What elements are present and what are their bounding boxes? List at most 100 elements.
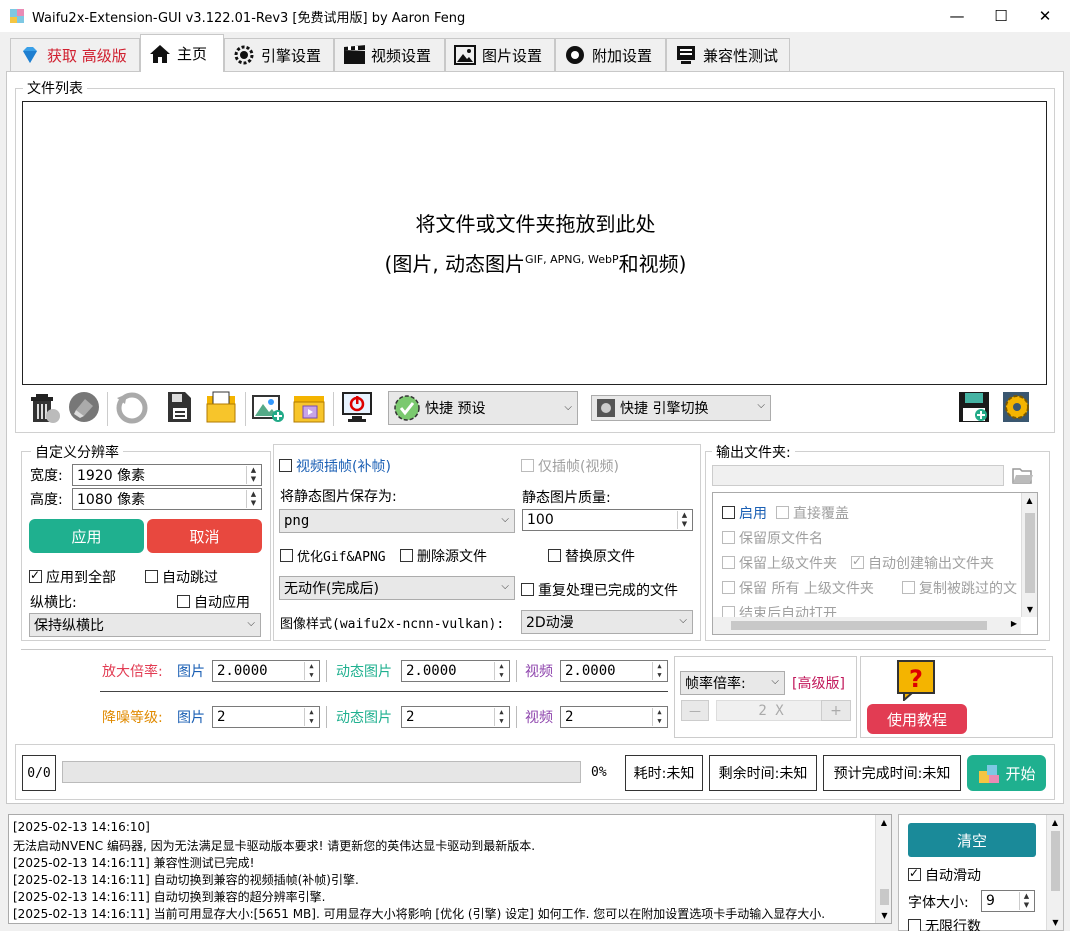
preset-combo[interactable]: 快捷 预设 ⌵	[388, 391, 578, 425]
after-finish-combo[interactable]: 无动作(完成后) ⌵	[279, 576, 515, 600]
save-settings-button[interactable]	[956, 391, 992, 427]
delete-file-button[interactable]	[26, 391, 62, 427]
unlimited-lines-checkbox[interactable]: 无限行数	[908, 916, 981, 931]
checkbox-disabled	[521, 459, 534, 472]
checkbox-checked	[29, 568, 42, 583]
output-options-hscrollbar[interactable]: ▶	[713, 617, 1021, 634]
height-input[interactable]: 1080 像素 ▲ ▼	[72, 488, 262, 510]
tab-video-settings[interactable]: 视频设置	[334, 38, 445, 71]
scale-anim-spinner[interactable]: ▲ ▼	[494, 662, 508, 680]
denoise-video-input[interactable]: 2 ▲ ▼	[560, 706, 668, 728]
keep-filename-checkbox[interactable]: 保留原文件名	[722, 528, 823, 548]
replace-source-checkbox[interactable]: 替换原文件	[548, 546, 635, 566]
scrollbar-thumb[interactable]	[1051, 831, 1060, 891]
denoise-image-input[interactable]: 2 ▲ ▼	[212, 706, 320, 728]
settings-book-button[interactable]	[998, 391, 1034, 427]
test-icon	[675, 44, 697, 66]
keep-parent-folder-checkbox[interactable]: 保留上级文件夹	[722, 553, 837, 573]
font-size-input[interactable]: 9 ▲ ▼	[981, 890, 1035, 912]
file-drop-area[interactable]: 将文件或文件夹拖放到此处 (图片, 动态图片GIF, APNG, WebP和视频…	[22, 101, 1047, 385]
scale-video-input[interactable]: 2.0000 ▲ ▼	[560, 660, 668, 682]
fps-increase-button[interactable]: +	[821, 700, 851, 721]
tab-compatibility-test[interactable]: 兼容性测试	[666, 38, 790, 71]
log-panel-scrollbar[interactable]: ▲ ▼	[1046, 815, 1063, 930]
scrollbar-thumb[interactable]	[1025, 513, 1035, 593]
tab-image-settings[interactable]: 图片设置	[445, 38, 555, 71]
tab-engine-settings[interactable]: 引擎设置	[224, 38, 334, 71]
scale-image-input[interactable]: 2.0000 ▲ ▼	[212, 660, 320, 682]
start-button[interactable]: 开始	[967, 755, 1046, 791]
engine-icon	[233, 44, 255, 66]
load-list-button[interactable]	[203, 391, 239, 427]
denoise-anim-value: 2	[406, 709, 415, 725]
interpolation-only-label: 仅插帧(视频)	[538, 459, 619, 475]
image-format-combo[interactable]: png ⌵	[279, 509, 515, 533]
checkbox	[145, 570, 158, 583]
output-folder-input[interactable]	[712, 465, 1004, 486]
tab-get-premium[interactable]: 获取 高级版	[10, 38, 140, 71]
browse-folder-button[interactable]	[1012, 465, 1036, 487]
fps-decrease-button[interactable]: —	[681, 700, 709, 721]
add-video-button[interactable]	[291, 391, 327, 427]
width-spinner[interactable]: ▲ ▼	[246, 466, 260, 484]
width-value: 1920 像素	[77, 468, 146, 484]
video-interpolation-checkbox[interactable]: 视频插帧(补帧)	[279, 456, 391, 476]
denoise-anim-spinner[interactable]: ▲ ▼	[494, 708, 508, 726]
image-quality-input[interactable]: 100 ▲ ▼	[522, 509, 693, 531]
denoise-anim-input[interactable]: 2 ▲ ▼	[401, 706, 510, 728]
auto-create-folder-checkbox[interactable]: 自动创建输出文件夹	[851, 553, 994, 573]
checkbox-disabled	[776, 506, 789, 519]
apply-to-all-checkbox[interactable]: 应用到全部	[29, 567, 116, 587]
shutdown-after-button[interactable]	[339, 391, 375, 427]
overwrite-checkbox[interactable]: 直接覆盖	[776, 503, 849, 523]
scale-video-spinner[interactable]: ▲ ▼	[652, 662, 666, 680]
image-style-combo[interactable]: 2D动漫 ⌵	[521, 610, 693, 634]
delete-source-checkbox[interactable]: 删除源文件	[400, 546, 487, 566]
hscrollbar-thumb[interactable]	[731, 621, 987, 630]
tab-label: 获取 高级版	[47, 46, 127, 65]
denoise-image-spinner[interactable]: ▲ ▼	[304, 708, 318, 726]
denoise-image-value: 2	[217, 709, 226, 725]
reprocess-finished-checkbox[interactable]: 重复处理已完成的文件	[521, 580, 678, 600]
scale-image-spinner[interactable]: ▲ ▼	[304, 662, 318, 680]
scrollbar-thumb[interactable]	[880, 889, 889, 905]
undo-button[interactable]	[114, 391, 150, 427]
aspect-ratio-combo[interactable]: 保持纵横比 ⌵	[29, 613, 261, 637]
minimize-button[interactable]: —	[934, 0, 980, 32]
quality-spinner[interactable]: ▲ ▼	[677, 511, 691, 529]
scale-anim-input[interactable]: 2.0000 ▲ ▼	[401, 660, 510, 682]
save-list-button[interactable]	[162, 391, 198, 427]
drop-hint-line1: 将文件或文件夹拖放到此处	[415, 212, 656, 236]
auto-apply-checkbox[interactable]: 自动应用	[177, 592, 250, 612]
tab-home[interactable]: 主页	[140, 34, 224, 72]
log-scrollbar[interactable]: ▲ ▼	[875, 815, 891, 923]
tab-additional-settings[interactable]: 附加设置	[555, 38, 666, 71]
copy-skipped-checkbox[interactable]: 复制被跳过的文	[902, 578, 1022, 598]
interpolation-only-checkbox[interactable]: 仅插帧(视频)	[521, 456, 619, 476]
engine-switch-combo[interactable]: 快捷 引擎切换 ⌵	[591, 395, 771, 421]
close-button[interactable]: ✕	[1022, 0, 1068, 32]
output-enable-checkbox[interactable]: 启用	[722, 503, 767, 523]
checkbox-checked	[908, 866, 921, 881]
optimize-gif-checkbox[interactable]: 优化Gif&APNG	[280, 546, 386, 565]
log-output[interactable]: [2025-02-13 14:16:10] 无法启动NVENC 编码器, 因为无…	[8, 814, 892, 924]
height-spinner[interactable]: ▲ ▼	[246, 490, 260, 508]
clear-log-button[interactable]: 清空	[908, 823, 1036, 857]
cancel-resolution-button[interactable]: 取消	[147, 519, 262, 553]
maximize-button[interactable]: ☐	[978, 0, 1024, 32]
font-size-spinner[interactable]: ▲ ▼	[1019, 892, 1033, 910]
auto-skip-checkbox[interactable]: 自动跳过	[145, 567, 218, 587]
chevron-down-icon: ⌵	[501, 581, 509, 592]
auto-scroll-checkbox[interactable]: 自动滑动	[908, 865, 981, 885]
add-image-button[interactable]	[250, 391, 286, 427]
tab-label: 引擎设置	[261, 46, 322, 65]
denoise-video-spinner[interactable]: ▲ ▼	[652, 708, 666, 726]
width-input[interactable]: 1920 像素 ▲ ▼	[72, 464, 262, 486]
output-options-scrollbar[interactable]: ▲ ▼	[1021, 493, 1037, 617]
tutorial-button[interactable]: 使用教程	[867, 704, 967, 734]
fps-ratio-combo[interactable]: 帧率倍率: ⌵	[680, 671, 785, 695]
clear-list-button[interactable]	[66, 391, 102, 427]
checkbox-disabled	[722, 556, 735, 569]
apply-resolution-button[interactable]: 应用	[29, 519, 144, 553]
keep-all-parents-checkbox[interactable]: 保留 所有 上级文件夹	[722, 578, 874, 598]
